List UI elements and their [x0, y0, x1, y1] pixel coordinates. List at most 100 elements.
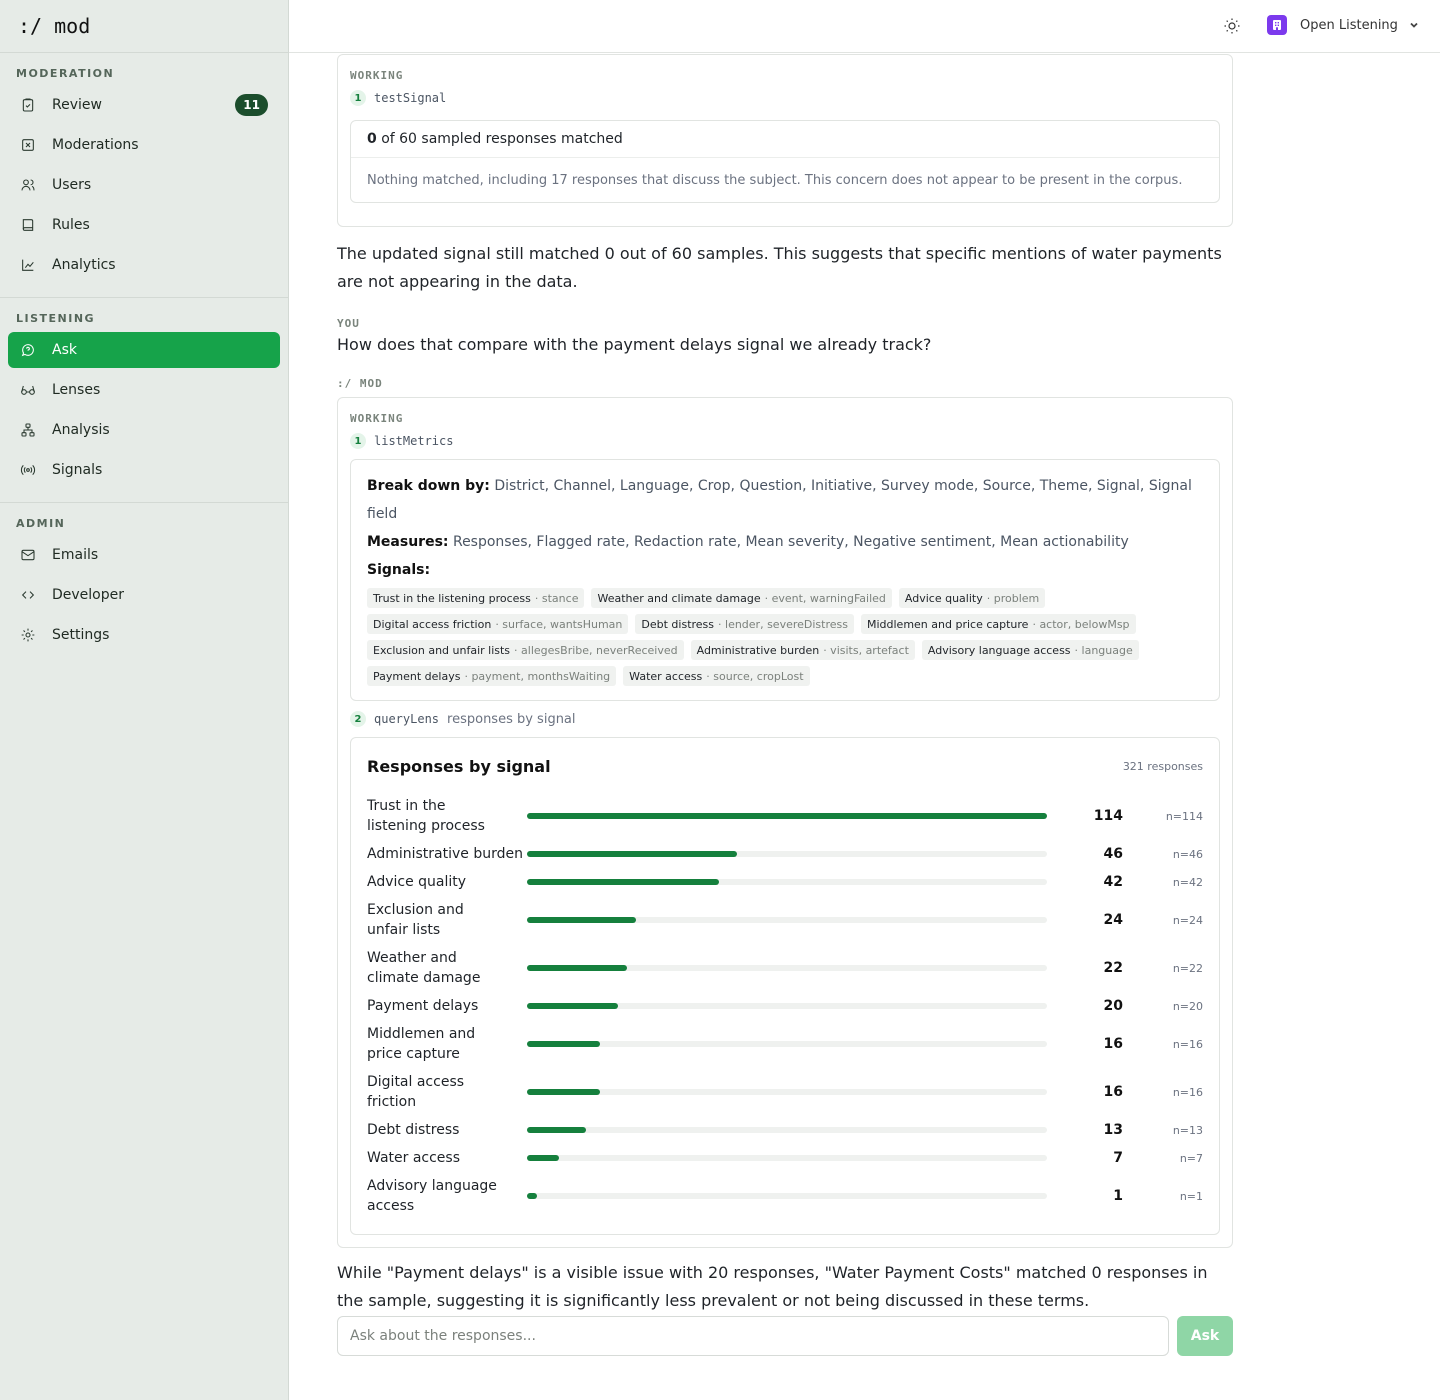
- signal-chip-name: Advice quality: [904, 591, 983, 605]
- bar-row: Water access 7 n=7: [367, 1144, 1203, 1172]
- tool-name: listMetrics: [374, 434, 454, 448]
- bar-track: [527, 1193, 1047, 1199]
- bar-n-label: n=42: [1172, 875, 1203, 889]
- signal-chip-name: Weather and climate damage: [597, 591, 761, 605]
- mail-icon: [20, 547, 36, 563]
- measures-label: Measures:: [367, 534, 449, 550]
- signal-chip-fields: · source, cropLost: [706, 669, 804, 683]
- bar-value-label: 16: [1103, 1036, 1123, 1052]
- bar-n-label: n=114: [1165, 809, 1203, 823]
- bar: [527, 1193, 537, 1199]
- bar-track: [527, 879, 1047, 885]
- sidebar-item-label: Emails: [52, 547, 99, 563]
- sidebar-item-settings[interactable]: Settings: [8, 617, 280, 653]
- signal-chip: Trust in the listening process · stance: [367, 588, 585, 608]
- measures-line: Measures: Responses, Flagged rate, Redac…: [367, 528, 1203, 556]
- step-number: 1: [350, 90, 366, 106]
- signal-chip-fields: · allegesBribe, neverReceived: [514, 643, 678, 657]
- signal-chip-list: Trust in the listening process · stance We…: [367, 588, 1203, 686]
- signals-label: Signals:: [367, 562, 431, 578]
- user-role-label: YOU: [337, 317, 360, 330]
- sidebar-item-analytics[interactable]: Analytics: [8, 247, 280, 283]
- code-icon: [20, 587, 36, 603]
- sidebar-item-emails[interactable]: Emails: [8, 537, 280, 573]
- sidebar-item-signals[interactable]: Signals: [8, 452, 280, 488]
- signal-chip-fields: · actor, belowMsp: [1032, 617, 1130, 631]
- bar: [527, 917, 637, 923]
- sidebar-item-label: Moderations: [52, 137, 139, 153]
- bar-label: Water access: [367, 1150, 461, 1166]
- working-label: WORKING: [350, 412, 404, 425]
- signal-chip-fields: · surface, wantsHuman: [495, 617, 623, 631]
- top-bar: Open Listening: [289, 0, 1440, 53]
- sidebar-item-review[interactable]: Review 11: [8, 87, 280, 123]
- bar-label: Advice quality: [367, 874, 467, 890]
- bar-value-label: 24: [1103, 912, 1123, 928]
- bar-track: [527, 1003, 1047, 1009]
- assistant-message: While "Payment delays" is a visible issu…: [337, 1263, 1208, 1310]
- sidebar-item-rules[interactable]: Rules: [8, 207, 280, 243]
- sidebar-item-ask[interactable]: Ask: [8, 332, 280, 368]
- bar-row: Middlemen and price capture 16 n=16: [367, 1020, 1203, 1068]
- bar-row: Weather and climate damage 22 n=22: [367, 944, 1203, 992]
- bar-value-label: 46: [1103, 846, 1123, 862]
- sidebar-nav: MODERATION Review 11 Moderations Users Rules A…: [0, 53, 288, 667]
- sun-icon[interactable]: [1223, 17, 1241, 35]
- sidebar-item-users[interactable]: Users: [8, 167, 280, 203]
- bar-label: Digital access friction: [367, 1074, 465, 1110]
- bar-value-label: 1: [1113, 1188, 1123, 1204]
- result-note: Nothing matched, including 17 responses …: [367, 172, 1183, 188]
- bar: [527, 1127, 587, 1133]
- signal-chip: Payment delays · payment, monthsWaiting: [367, 666, 617, 686]
- step-number: 2: [350, 711, 366, 727]
- bar-row: Advice quality 42 n=42: [367, 868, 1203, 896]
- sidebar-item-label: Analysis: [52, 422, 110, 438]
- ask-button[interactable]: Ask: [1177, 1316, 1233, 1356]
- bar: [527, 1003, 619, 1009]
- sidebar-item-moderations[interactable]: Moderations: [8, 127, 280, 163]
- network-icon: [20, 422, 36, 438]
- bar-row: Administrative burden 46 n=46: [367, 840, 1203, 868]
- bar-chart: Trust in the listening process 114 n=114 Ad…: [367, 792, 1203, 1220]
- section-label: MODERATION: [16, 67, 115, 80]
- sidebar-item-lenses[interactable]: Lenses: [8, 372, 280, 408]
- bar-label: Weather and climate damage: [367, 950, 481, 986]
- brand-logo[interactable]: :/ mod: [0, 0, 288, 53]
- breakdown-line: Break down by: District, Channel, Langua…: [367, 472, 1203, 528]
- bar-label: Administrative burden: [367, 846, 523, 862]
- assistant-message: The updated signal still matched 0 out o…: [337, 244, 1222, 291]
- signal-chip-name: Advisory language access: [927, 643, 1071, 657]
- bar-value-label: 22: [1103, 960, 1123, 976]
- bar-label: Trust in the listening process: [367, 798, 485, 834]
- composer: Ask: [337, 1316, 1233, 1356]
- tool-step: 2 queryLens responses by signal: [350, 711, 1220, 727]
- sidebar-item-label: Rules: [52, 217, 90, 233]
- bar: [527, 879, 719, 885]
- tool-name: queryLens: [374, 712, 440, 726]
- bar-track: [527, 917, 1047, 923]
- sidebar-item-label: Ask: [52, 342, 77, 358]
- sidebar-item-label: Review: [52, 97, 102, 113]
- bar-value-label: 114: [1093, 808, 1123, 824]
- signal-chip-fields: · language: [1074, 643, 1133, 657]
- signal-chip-name: Exclusion and unfair lists: [373, 643, 511, 657]
- tool-run-card: WORKING 1 listMetrics Break down by: Dis…: [337, 397, 1233, 1248]
- signal-chip-fields: · payment, monthsWaiting: [464, 669, 611, 683]
- bar-row: Debt distress 13 n=13: [367, 1116, 1203, 1144]
- chat-thread: WORKING 1 testSignal 0 of 60 sampled res…: [337, 53, 1233, 1315]
- tool-run-card: WORKING 1 testSignal 0 of 60 sampled res…: [337, 54, 1233, 227]
- chart-total: 321 responses: [1122, 759, 1203, 773]
- result-summary: 0 of 60 sampled responses matched: [351, 121, 1219, 158]
- bar-n-label: n=1: [1179, 1189, 1203, 1203]
- tool-description: responses by signal: [447, 711, 576, 727]
- ask-input[interactable]: [337, 1316, 1169, 1356]
- assistant-role-label: :/ MOD: [337, 377, 383, 390]
- sidebar-item-analysis[interactable]: Analysis: [8, 412, 280, 448]
- bar-track: [527, 1041, 1047, 1047]
- org-switcher[interactable]: Open Listening: [1267, 15, 1420, 35]
- signal-chip-fields: · visits, artefact: [823, 643, 909, 657]
- clipboard-check-icon: [20, 97, 36, 113]
- measures-values: Responses, Flagged rate, Redaction rate,…: [452, 534, 1129, 550]
- nav-section-moderation: MODERATION Review 11 Moderations Users Rules A…: [0, 53, 288, 298]
- sidebar-item-developer[interactable]: Developer: [8, 577, 280, 613]
